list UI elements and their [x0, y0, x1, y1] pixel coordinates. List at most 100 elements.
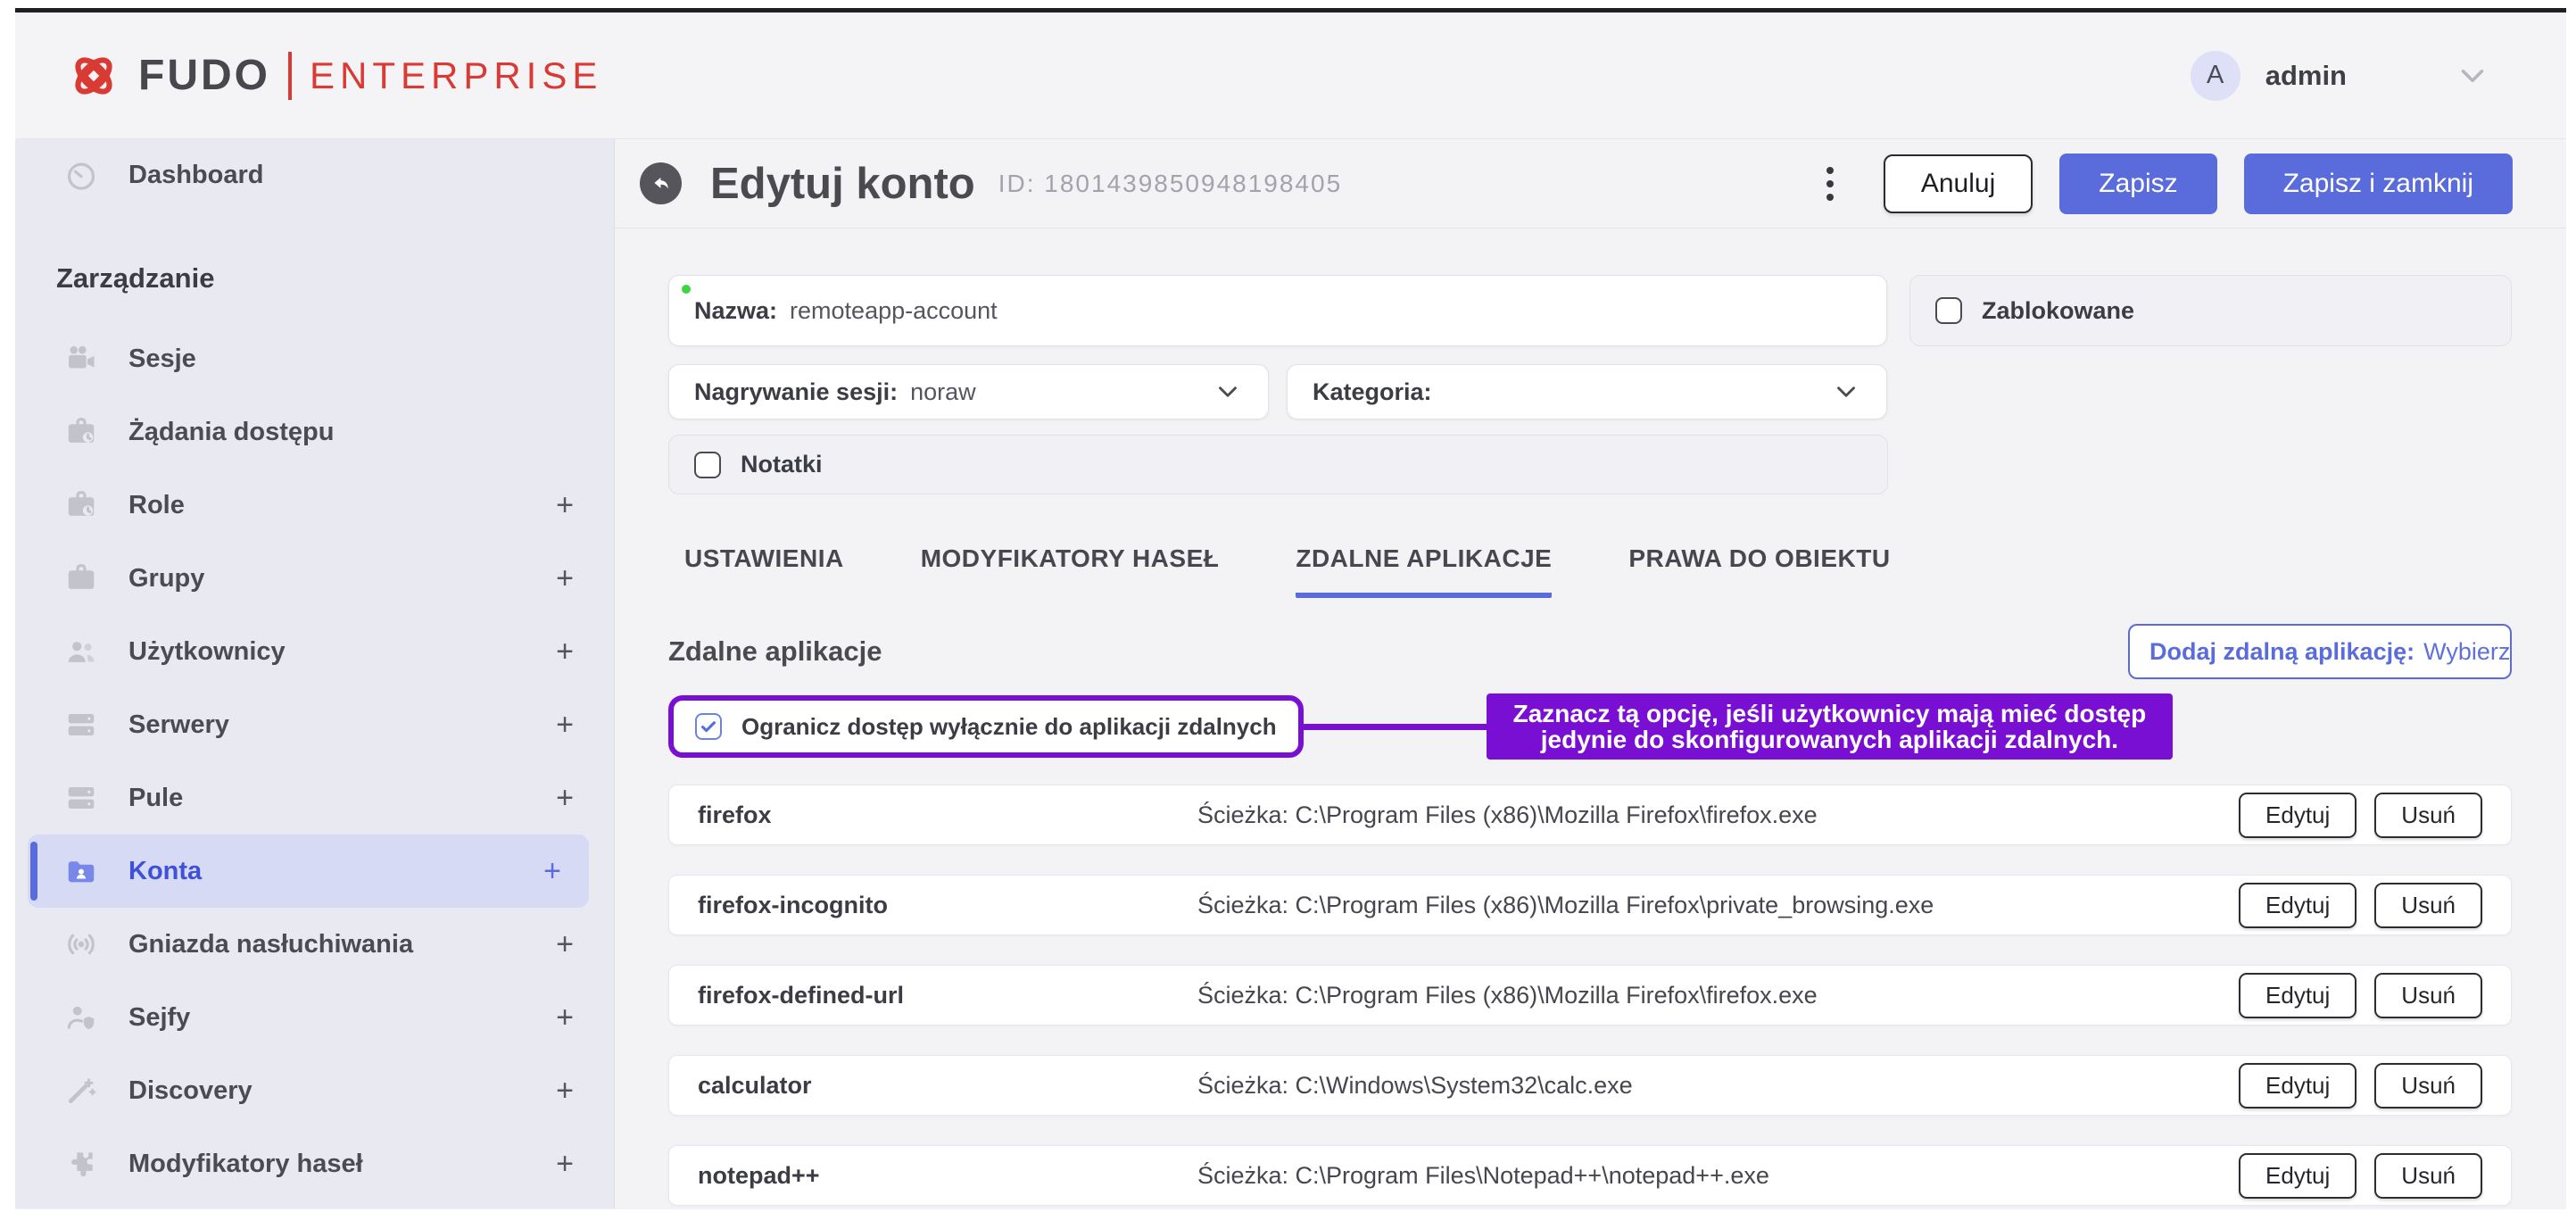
category-select[interactable]: Kategoria: — [1287, 364, 1887, 419]
tab-zdalne-aplikacje[interactable]: ZDALNE APLIKACJE — [1296, 544, 1552, 598]
blocked-checkbox[interactable] — [1935, 297, 1962, 324]
briefcase-clock-icon — [64, 415, 98, 449]
delete-app-button[interactable]: Usuń — [2374, 793, 2482, 838]
chevron-down-icon — [1213, 377, 1243, 407]
name-label: Nazwa: — [694, 297, 777, 325]
restrict-access-label: Ogranicz dostęp wyłącznie do aplikacji z… — [741, 713, 1277, 741]
sidebar-item-discovery[interactable]: Discovery + — [15, 1054, 614, 1127]
annotation-tooltip: Zaznacz tą opcję, jeśli użytkownicy mają… — [1487, 693, 2174, 760]
delete-app-button[interactable]: Usuń — [2374, 973, 2482, 1018]
user-name: admin — [2265, 60, 2347, 92]
app-name: calculator — [698, 1072, 1197, 1100]
sidebar-item-zadania-dostepu[interactable]: Żądania dostępu — [15, 395, 614, 469]
add-plus-icon[interactable]: + — [556, 561, 574, 596]
sidebar-item-sesje[interactable]: Sesje — [15, 322, 614, 395]
remote-app-row: notepad++ Ścieżka: C:\Program Files\Note… — [668, 1145, 2512, 1206]
sidebar-item-modyfikatory-hasel[interactable]: Modyfikatory haseł + — [15, 1127, 614, 1200]
app-name: notepad++ — [698, 1162, 1197, 1190]
briefcase-icon — [64, 561, 98, 595]
sidebar-section-title: Zarządzanie — [15, 262, 614, 295]
restrict-access-option[interactable]: Ogranicz dostęp wyłącznie do aplikacji z… — [668, 695, 1304, 758]
add-remote-app-value: Wybierz — [2423, 638, 2510, 666]
add-plus-icon[interactable]: + — [556, 927, 574, 962]
sidebar-item-role[interactable]: Role + — [15, 469, 614, 542]
add-plus-icon[interactable]: + — [556, 1074, 574, 1109]
account-id: ID: 1801439850948198405 — [998, 170, 1342, 198]
remote-app-row: calculator Ścieżka: C:\Windows\System32\… — [668, 1055, 2512, 1116]
blocked-field: Zablokowane — [1909, 275, 2512, 346]
edit-app-button[interactable]: Edytuj — [2239, 1153, 2357, 1199]
remote-app-row: firefox-defined-url Ścieżka: C:\Program … — [668, 965, 2512, 1026]
chevron-down-icon[interactable] — [2454, 57, 2491, 95]
user-menu[interactable]: A admin — [2191, 51, 2491, 101]
avatar: A — [2191, 51, 2241, 101]
sidebar-item-konta[interactable]: Konta + — [28, 835, 589, 908]
edit-app-button[interactable]: Edytuj — [2239, 793, 2357, 838]
session-recording-value: noraw — [910, 378, 976, 406]
back-arrow-icon — [650, 172, 673, 195]
users-icon — [64, 635, 98, 668]
add-plus-icon[interactable]: + — [556, 488, 574, 523]
main-panel: Edytuj konto ID: 1801439850948198405 Anu… — [615, 139, 2566, 1208]
notes-checkbox[interactable] — [694, 452, 721, 478]
save-and-close-button[interactable]: Zapisz i zamknij — [2244, 154, 2513, 214]
app-path: Ścieżka: C:\Program Files (x86)\Mozilla … — [1197, 982, 2239, 1009]
name-value[interactable]: remoteapp-account — [790, 297, 998, 325]
edit-app-button[interactable]: Edytuj — [2239, 1063, 2357, 1109]
tab-bar: USTAWIENIA MODYFIKATORY HASEŁ ZDALNE APL… — [668, 544, 2512, 598]
tab-ustawienia[interactable]: USTAWIENIA — [684, 544, 844, 598]
add-plus-icon[interactable]: + — [556, 1147, 574, 1182]
sidebar-item-serwery[interactable]: Serwery + — [15, 688, 614, 761]
add-remote-app-select[interactable]: Dodaj zdalną aplikację: Wybierz — [2128, 624, 2512, 679]
brand-name: FUDO — [138, 51, 270, 100]
add-plus-icon[interactable]: + — [543, 854, 561, 889]
save-button[interactable]: Zapisz — [2059, 154, 2216, 214]
add-plus-icon[interactable]: + — [556, 781, 574, 816]
add-plus-icon[interactable]: + — [556, 1001, 574, 1035]
delete-app-button[interactable]: Usuń — [2374, 1153, 2482, 1199]
add-plus-icon[interactable]: + — [556, 708, 574, 743]
sidebar-item-dashboard[interactable]: Dashboard — [15, 150, 614, 200]
app-path: Ścieżka: C:\Program Files (x86)\Mozilla … — [1197, 801, 2239, 829]
app-name: firefox-defined-url — [698, 982, 1197, 1009]
cancel-button[interactable]: Anuluj — [1884, 154, 2033, 213]
magic-wand-icon — [64, 1074, 98, 1108]
app-path: Ścieżka: C:\Program Files (x86)\Mozilla … — [1197, 892, 2239, 919]
sidebar-item-grupy[interactable]: Grupy + — [15, 542, 614, 615]
session-recording-select[interactable]: Nagrywanie sesji: noraw — [668, 364, 1269, 419]
more-options-button[interactable] — [1814, 158, 1846, 210]
tab-modyfikatory-hasel[interactable]: MODYFIKATORY HASEŁ — [921, 544, 1220, 598]
edit-app-button[interactable]: Edytuj — [2239, 883, 2357, 928]
account-form: Nazwa: remoteapp-account Zablokowane Nag… — [615, 228, 2566, 1208]
checkmark-icon — [699, 717, 718, 736]
delete-app-button[interactable]: Usuń — [2374, 1063, 2482, 1109]
remote-app-row: firefox Ścieżka: C:\Program Files (x86)\… — [668, 785, 2512, 845]
name-field[interactable]: Nazwa: remoteapp-account — [668, 275, 1887, 346]
app-path: Ścieżka: C:\Windows\System32\calc.exe — [1197, 1072, 2239, 1100]
restrict-access-row: Ogranicz dostęp wyłącznie do aplikacji z… — [668, 695, 2512, 758]
sidebar: Dashboard Zarządzanie Sesje Żądania dost… — [15, 139, 615, 1208]
sidebar-item-pule[interactable]: Pule + — [15, 761, 614, 835]
remote-app-row: firefox-incognito Ścieżka: C:\Program Fi… — [668, 875, 2512, 935]
restrict-access-checkbox[interactable] — [695, 713, 722, 740]
brand-edition: ENTERPRISE — [310, 54, 602, 97]
server-icon — [64, 708, 98, 742]
sidebar-item-gniazda-nasluchiwania[interactable]: Gniazda nasłuchiwania + — [15, 908, 614, 981]
sidebar-item-sejfy[interactable]: Sejfy + — [15, 981, 614, 1054]
section-title: Zdalne aplikacje — [668, 635, 882, 668]
app-name: firefox — [698, 801, 1197, 829]
back-button[interactable] — [640, 162, 682, 204]
tab-prawa-do-obiektu[interactable]: PRAWA DO OBIEKTU — [1628, 544, 1890, 598]
briefcase-clock-icon — [64, 488, 98, 522]
page-title: Edytuj konto — [710, 159, 975, 209]
puzzle-icon — [64, 1147, 98, 1181]
top-bar: FUDO ENTERPRISE A admin — [15, 12, 2566, 139]
delete-app-button[interactable]: Usuń — [2374, 883, 2482, 928]
field-modified-indicator — [682, 285, 691, 294]
edit-app-button[interactable]: Edytuj — [2239, 973, 2357, 1018]
server-icon — [64, 781, 98, 815]
fudo-knot-icon — [65, 47, 122, 104]
sidebar-item-uzytkownicy[interactable]: Użytkownicy + — [15, 615, 614, 688]
video-camera-icon — [64, 342, 98, 376]
add-plus-icon[interactable]: + — [556, 635, 574, 669]
